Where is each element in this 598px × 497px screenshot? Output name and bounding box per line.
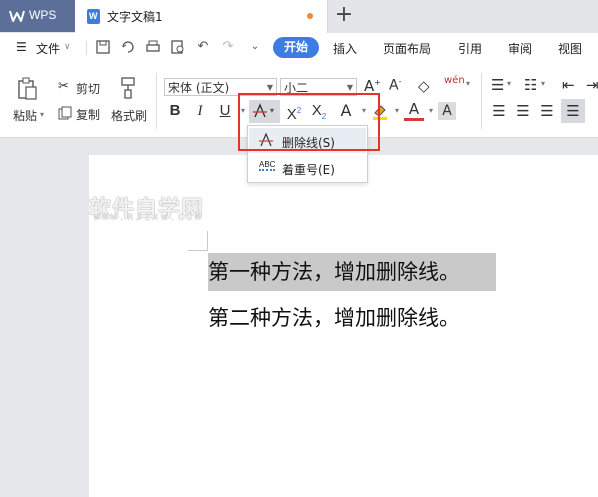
phonetic-guide-icon[interactable]: wén	[444, 75, 465, 86]
char-shading-button[interactable]: A	[438, 102, 456, 120]
menu-item-emphasis-mark[interactable]: ABC 着重号(E)	[249, 155, 366, 180]
tab-page-layout[interactable]: 页面布局	[383, 40, 431, 57]
align-right-icon[interactable]: ☰	[537, 101, 557, 121]
shrink-font-icon[interactable]: A-	[389, 77, 401, 94]
underline-button[interactable]: U	[215, 101, 235, 121]
wps-tab-label: WPS	[29, 8, 57, 22]
margin-corner-mark	[188, 250, 208, 251]
format-painter-icon[interactable]	[118, 76, 140, 100]
divider	[156, 73, 157, 129]
wps-logo-icon	[9, 10, 25, 22]
paste-dropdown-icon[interactable]: ▾	[40, 110, 44, 119]
decrease-indent-icon[interactable]: ⇤	[562, 76, 575, 94]
align-center-icon[interactable]: ☰	[513, 101, 533, 121]
font-name-value: 宋体 (正文)	[168, 81, 230, 95]
italic-button[interactable]: I	[190, 101, 210, 121]
tab-start[interactable]: 开始	[273, 37, 319, 58]
menu-item-label: 着重号(E)	[282, 163, 335, 177]
tab-review[interactable]: 审阅	[508, 40, 532, 57]
divider	[481, 73, 482, 129]
document-tab[interactable]: 文字文稿1	[75, 0, 328, 33]
justify-icon[interactable]: ☰	[561, 99, 585, 123]
bold-button[interactable]: B	[165, 101, 185, 121]
output-pdf-icon[interactable]	[120, 39, 136, 55]
paragraph-selected[interactable]: 第一种方法，增加删除线。	[208, 253, 496, 291]
redo-icon[interactable]: ↷	[220, 39, 236, 55]
undo-icon[interactable]: ↶	[195, 39, 211, 55]
copy-button[interactable]: 复制	[76, 106, 100, 123]
print-icon[interactable]	[145, 39, 161, 55]
divider	[86, 41, 87, 55]
menu-bar: ☰ 文件 ∨ ↶ ↷ ⌄ 开始 插入 页面布局 引用 审阅 视图	[0, 33, 598, 63]
phonetic-dropdown-icon[interactable]: ▾	[466, 79, 470, 88]
numbered-dropdown-icon[interactable]: ▾	[541, 79, 545, 88]
align-left-icon[interactable]: ☰	[489, 101, 509, 121]
file-menu[interactable]: 文件	[36, 40, 60, 57]
clear-formatting-icon[interactable]: ◇	[418, 77, 430, 95]
annotation-highlight-box	[238, 93, 380, 151]
numbered-list-icon[interactable]: ☷	[524, 76, 537, 94]
tab-view[interactable]: 视图	[558, 40, 582, 57]
format-painter-button[interactable]: 格式刷	[111, 107, 147, 124]
document-tab-label: 文字文稿1	[107, 10, 163, 24]
new-tab-button[interactable]: +	[331, 2, 357, 28]
tab-insert[interactable]: 插入	[333, 40, 357, 57]
quick-access-more-icon[interactable]: ⌄	[247, 39, 263, 55]
copy-icon	[58, 106, 72, 120]
bullet-dropdown-icon[interactable]: ▾	[507, 79, 511, 88]
file-menu-chevron-icon[interactable]: ∨	[64, 42, 71, 52]
bullet-list-icon[interactable]: ☰	[491, 76, 504, 94]
print-preview-icon[interactable]	[170, 39, 186, 55]
paragraph[interactable]: 第二种方法，增加删除线。	[208, 302, 460, 332]
emphasis-mark-icon: ABC	[259, 160, 276, 171]
wps-home-tab[interactable]: WPS	[0, 0, 75, 32]
cut-button[interactable]: 剪切	[76, 80, 100, 97]
margin-corner-mark	[207, 231, 208, 251]
paste-button[interactable]: 粘贴	[13, 107, 37, 124]
hamburger-menu-icon[interactable]: ☰	[16, 40, 27, 54]
scissors-icon: ✂	[58, 79, 69, 94]
watermark-url: WWW.RJZXW.COM	[94, 213, 204, 223]
paste-icon[interactable]	[17, 77, 39, 101]
tab-references[interactable]: 引用	[458, 40, 482, 57]
increase-indent-icon[interactable]: ⇥	[586, 76, 598, 94]
save-icon[interactable]	[95, 39, 111, 55]
writer-doc-icon	[87, 9, 100, 24]
unsaved-indicator	[307, 13, 313, 19]
